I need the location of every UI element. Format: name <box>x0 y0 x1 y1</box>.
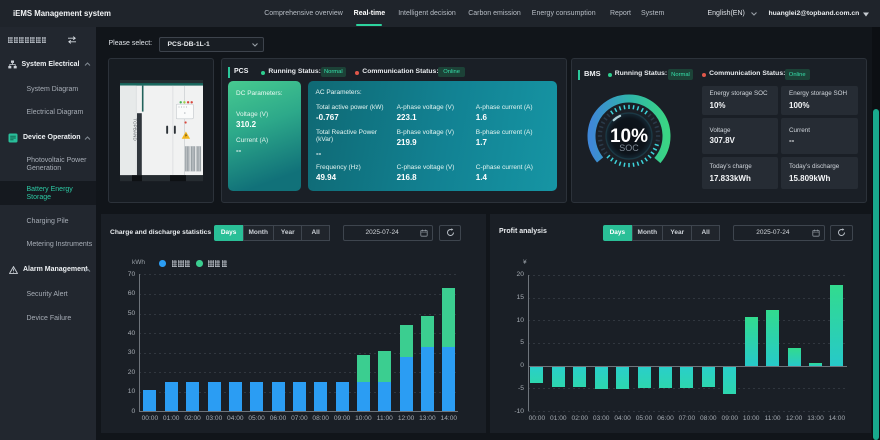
svg-text:TOPBAND: TOPBAND <box>132 118 137 141</box>
svg-text:SOC: SOC <box>619 143 639 153</box>
